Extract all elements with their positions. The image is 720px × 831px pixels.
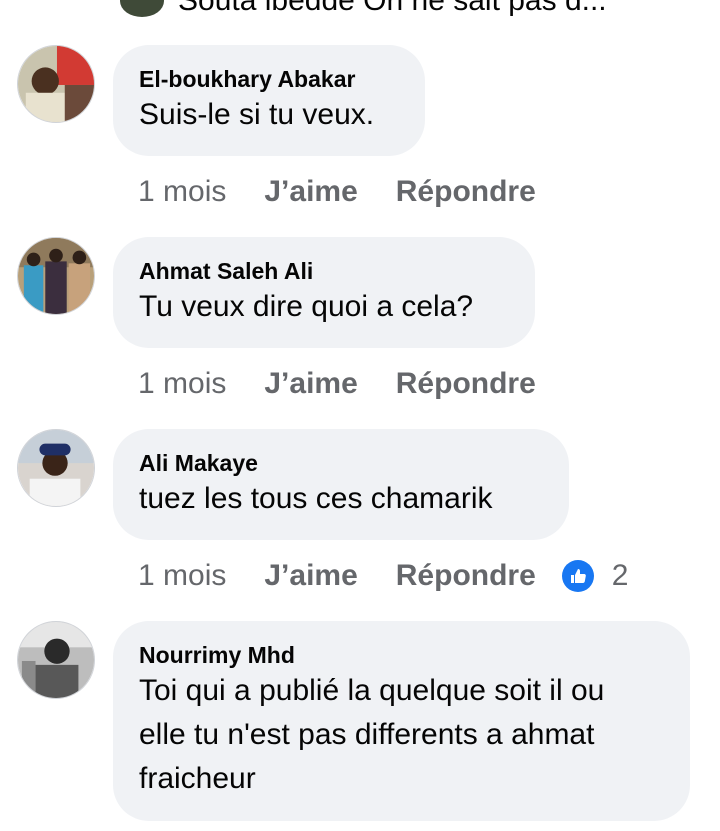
comment-text: tuez les tous ces chamarik [139, 482, 493, 515]
comment-bubble: Nourrimy Mhd Toi qui a publié la quelque… [113, 621, 690, 821]
comment-bubble: Ahmat Saleh Ali Tu veux dire quoi a cela… [113, 237, 535, 348]
comment-author[interactable]: Ali Makaye [139, 449, 543, 477]
comment-author[interactable]: El-boukhary Abakar [139, 65, 399, 93]
partial-comment: Souta ibedde On ne sait pas d... [120, 0, 607, 17]
like-button[interactable]: J’aime [264, 175, 357, 209]
avatar[interactable] [17, 621, 95, 699]
avatar[interactable] [17, 237, 95, 315]
comment-timestamp[interactable]: 1 mois [138, 367, 226, 401]
comment-text: Tu veux dire quoi a cela? [139, 290, 474, 323]
comment-text: Souta ibedde On ne sait pas d... [178, 0, 607, 17]
like-icon [561, 560, 594, 592]
comment-actions: 1 mois J’aime Répondre 2 [138, 556, 628, 596]
reaction-summary[interactable]: 2 [561, 559, 629, 593]
comment-text-line: elle tu n'est pas differents a ahmat [139, 718, 595, 751]
reply-button[interactable]: Répondre [396, 367, 536, 401]
like-button[interactable]: J’aime [264, 367, 357, 401]
comment-text-line: Toi qui a publié la quelque soit il ou [139, 674, 605, 707]
avatar[interactable] [17, 429, 95, 507]
comment-timestamp[interactable]: 1 mois [138, 175, 226, 209]
comment-actions: 1 mois J’aime Répondre [138, 364, 536, 404]
comment-author[interactable]: Nourrimy Mhd [139, 641, 664, 669]
avatar[interactable] [120, 0, 164, 17]
reply-button[interactable]: Répondre [396, 559, 536, 593]
comment-author[interactable]: Ahmat Saleh Ali [139, 257, 509, 285]
comment-timestamp[interactable]: 1 mois [138, 559, 226, 593]
comment-bubble: Ali Makaye tuez les tous ces chamarik [113, 429, 569, 540]
comment-text: Suis-le si tu veux. [139, 98, 375, 131]
comment-text-line: fraicheur [139, 762, 256, 795]
reply-button[interactable]: Répondre [396, 175, 536, 209]
avatar[interactable] [17, 45, 95, 123]
like-button[interactable]: J’aime [264, 559, 357, 593]
reaction-count: 2 [611, 559, 629, 592]
comment-bubble: El-boukhary Abakar Suis-le si tu veux. [113, 45, 425, 156]
comment-actions: 1 mois J’aime Répondre [138, 172, 536, 212]
